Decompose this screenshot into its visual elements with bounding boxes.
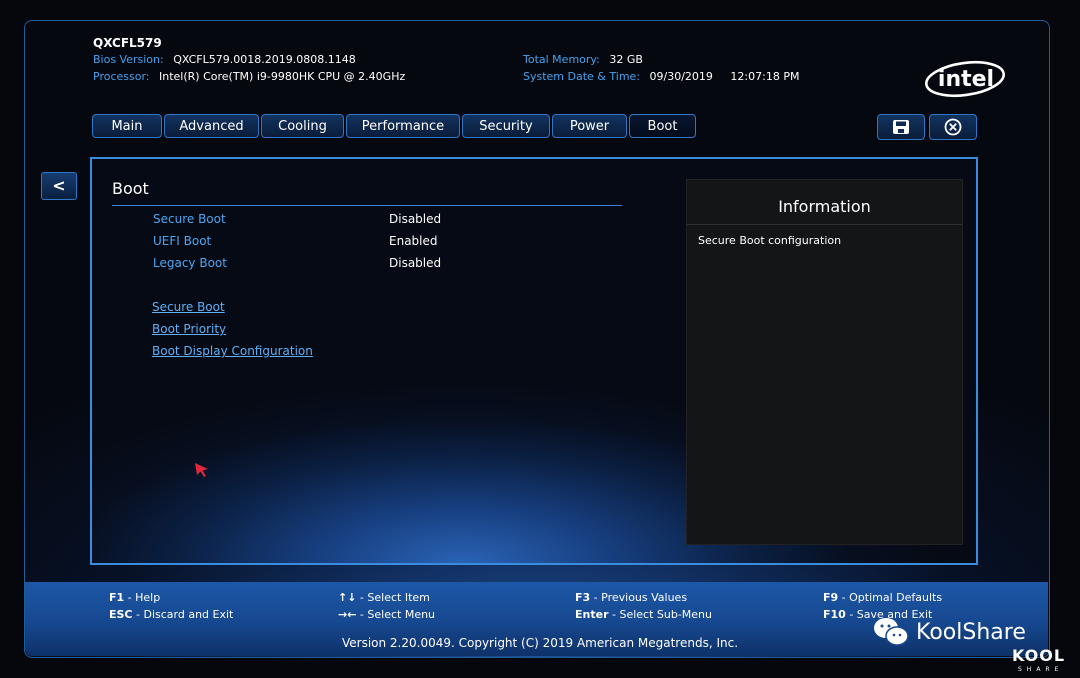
watermark-subtext: SHARE [1018,666,1064,673]
option-legacy-boot-value[interactable]: Disabled [389,256,441,270]
save-button[interactable] [877,114,925,140]
memory-label: Total Memory: [523,53,600,66]
hint-f1: F1 - Help [109,591,160,604]
information-title: Information [778,197,871,216]
hint-desc: - Previous Values [590,591,688,604]
hint-key: F1 [109,591,125,604]
circle-x-close-icon [944,118,962,136]
datetime-row: System Date & Time: 09/30/2019 12:07:18 … [523,70,799,83]
date-value[interactable]: 09/30/2019 [650,70,713,83]
datetime-label: System Date & Time: [523,70,641,83]
option-uefi-boot-label[interactable]: UEFI Boot [153,234,211,248]
hint-desc: - Discard and Exit [132,608,234,621]
hint-desc: - Select Menu [356,608,436,621]
option-uefi-boot-value[interactable]: Enabled [389,234,438,248]
hint-key: F9 [823,591,839,604]
bios-version-row: Bios Version: QXCFL579.0018.2019.0808.11… [93,53,356,66]
exit-button[interactable] [929,114,977,140]
information-panel: Information Secure Boot configuration [686,179,963,545]
tab-main[interactable]: Main [92,114,162,138]
hint-key: →← [338,608,357,621]
option-secure-boot-value[interactable]: Disabled [389,212,441,226]
title-divider [112,205,622,206]
floppy-save-icon [893,120,909,134]
hint-desc: - Optimal Defaults [838,591,943,604]
processor-row: Processor: Intel(R) Core(TM) i9-9980HK C… [93,70,405,83]
hint-desc: - Help [124,591,161,604]
hint-esc: ESC - Discard and Exit [109,608,233,621]
hint-key: Enter [575,608,609,621]
hint-key: F3 [575,591,591,604]
processor-value: Intel(R) Core(TM) i9-9980HK CPU @ 2.40GH… [159,70,406,83]
board-model: QXCFL579 [93,36,162,50]
koolshare-watermark: KoolShare [872,616,1026,648]
hint-select-menu: →← - Select Menu [338,608,435,621]
processor-label: Processor: [93,70,150,83]
intel-logo-text: intel [938,67,994,92]
hint-select-item: ↑↓ - Select Item [338,591,430,604]
mouse-cursor-icon [195,463,208,477]
watermark-logo-text: KOOL [1012,646,1066,665]
wechat-icon [874,618,909,646]
hint-f3: F3 - Previous Values [575,591,687,604]
tab-cooling[interactable]: Cooling [261,114,344,138]
hint-f9: F9 - Optimal Defaults [823,591,942,604]
time-value[interactable]: 12:07:18 PM [730,70,799,83]
intel-logo: intel [925,60,1005,98]
submenu-secure-boot[interactable]: Secure Boot [152,300,225,314]
tab-advanced[interactable]: Advanced [164,114,259,138]
hint-desc: - Select Item [356,591,430,604]
tab-security[interactable]: Security [462,114,550,138]
page-title: Boot [112,179,149,198]
option-legacy-boot-label[interactable]: Legacy Boot [153,256,227,270]
hint-key: ESC [109,608,133,621]
bios-version-label: Bios Version: [93,53,164,66]
memory-row: Total Memory: 32 GB [523,53,643,66]
tab-power[interactable]: Power [552,114,627,138]
back-button[interactable]: < [41,172,77,200]
bios-version-value: QXCFL579.0018.2019.0808.1148 [173,53,356,66]
information-text: Secure Boot configuration [698,234,842,247]
hint-key: ↑↓ [338,591,357,604]
tab-bar: Main Advanced Cooling Performance Securi… [92,114,698,140]
memory-value: 32 GB [609,53,643,66]
hint-desc: - Select Sub-Menu [608,608,713,621]
submenu-boot-display-configuration[interactable]: Boot Display Configuration [152,344,313,358]
option-secure-boot-label[interactable]: Secure Boot [153,212,226,226]
tab-boot[interactable]: Boot [629,114,696,138]
information-divider [687,224,962,225]
hint-enter: Enter - Select Sub-Menu [575,608,712,621]
tab-performance[interactable]: Performance [346,114,460,138]
hint-key: F10 [823,608,846,621]
watermark-brand: KoolShare [916,619,1026,645]
submenu-boot-priority[interactable]: Boot Priority [152,322,226,336]
